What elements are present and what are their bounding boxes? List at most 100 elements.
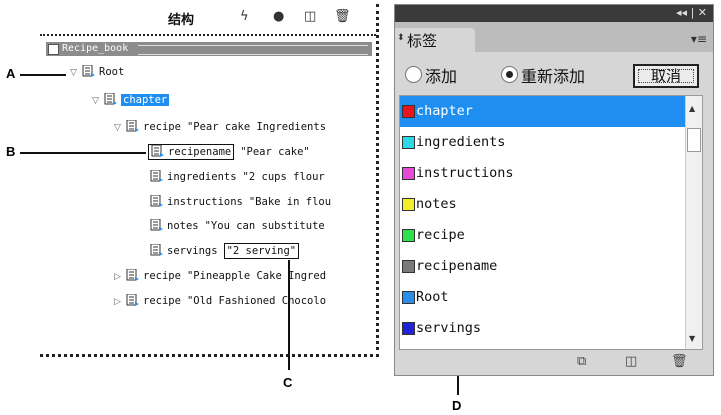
lightning-icon[interactable]: ϟ: [240, 9, 249, 24]
scroll-up-icon[interactable]: ▲: [689, 104, 695, 113]
tag-item-recipename[interactable]: recipename: [400, 251, 686, 282]
element-icon: [126, 269, 140, 281]
tag-color-swatch: [402, 136, 415, 149]
tag-color-swatch: [402, 198, 415, 211]
tag-item-ingredients[interactable]: ingredients: [400, 127, 686, 158]
tag-name: instructions: [416, 165, 514, 181]
tag-item-servings[interactable]: servings: [400, 313, 686, 344]
node-tag: notes: [167, 220, 199, 232]
structure-toolbar: 结构 ϟ ● ◫ 🗑: [40, 4, 376, 32]
callout-d-label: D: [452, 398, 462, 413]
panel-menu-icon[interactable]: ▾≡: [691, 32, 707, 46]
tag-item-root[interactable]: Root: [400, 282, 686, 313]
tag-color-swatch: [402, 105, 415, 118]
structure-panel: 结构 ϟ ● ◫ 🗑 Recipe_book ▽ Root ▽ chapter ▽ r…: [40, 4, 379, 357]
tag-name: notes: [416, 196, 457, 212]
callout-b-label: B: [6, 144, 16, 159]
cancel-button[interactable]: 取消: [633, 64, 699, 88]
tag-item-instructions[interactable]: instructions: [400, 158, 686, 189]
trash-icon[interactable]: 🗑: [334, 9, 351, 24]
tree-node-recipe[interactable]: ▽ recipe "Pear cake Ingredients: [114, 118, 326, 136]
tag-name: Root: [416, 289, 449, 305]
expand-triangle-icon[interactable]: ▽: [70, 64, 82, 82]
scroll-thumb[interactable]: [687, 128, 701, 152]
tag-name: recipename: [416, 258, 498, 274]
focus-ring: [638, 69, 694, 83]
expand-triangle-icon[interactable]: ▽: [92, 92, 104, 110]
element-icon: [126, 120, 140, 132]
node-value: "Old Fashioned Chocolo: [186, 295, 327, 307]
tag-color-swatch: [402, 260, 415, 273]
root-element-icon: [48, 44, 59, 55]
element-icon: [150, 244, 164, 256]
scroll-down-icon[interactable]: ▼: [689, 334, 695, 343]
node-tag: instructions: [167, 196, 243, 208]
tag-name: servings: [416, 320, 482, 336]
tag-item-notes[interactable]: notes: [400, 189, 686, 220]
panel-footer: ⧉ ◫ 🗑: [395, 352, 713, 374]
trash-icon[interactable]: 🗑: [671, 354, 688, 369]
tree-node-recipe-collapsed[interactable]: ▷ recipe "Pineapple Cake Ingred: [114, 267, 326, 285]
tag-color-swatch: [402, 322, 415, 335]
tag-item-chapter[interactable]: chapter: [400, 96, 686, 127]
tab-label: 标签: [407, 32, 438, 50]
node-value: "Bake in flou: [248, 196, 332, 208]
header-rule: [138, 45, 368, 55]
radio-retag-label: 重新添加: [521, 67, 586, 86]
new-element-icon[interactable]: ◫: [304, 9, 316, 24]
root-element-icon: [82, 65, 96, 77]
node-tag: recipe: [143, 270, 181, 282]
tree-node-root[interactable]: ▽ Root: [70, 63, 124, 81]
node-value: "Pear cake Ingredients: [186, 121, 327, 133]
element-icon: [104, 93, 118, 105]
new-tag-icon[interactable]: ◫: [625, 354, 637, 369]
tree-node-recipe-collapsed[interactable]: ▷ recipe "Old Fashioned Chocolo: [114, 292, 326, 310]
node-tag: recipename: [168, 146, 232, 158]
tree-node-instructions[interactable]: instructions "Bake in flou: [150, 193, 331, 211]
callout-c-label: C: [283, 375, 293, 390]
tag-options: 添加 重新添加 取消: [395, 61, 713, 89]
expand-triangle-icon[interactable]: ▽: [114, 119, 126, 137]
root-element-row[interactable]: Recipe_book: [46, 42, 372, 56]
tag-color-swatch: [402, 229, 415, 242]
tree-node-recipename[interactable]: recipename "Pear cake": [148, 143, 310, 161]
node-value: "Pineapple Cake Ingred: [186, 270, 327, 282]
node-tag-selected: chapter: [121, 94, 170, 106]
element-icon: [150, 219, 164, 231]
panel-titlebar[interactable]: ◂◂ | ✕: [395, 5, 713, 22]
tag-name: chapter: [416, 103, 473, 119]
toolbar-divider: [40, 34, 376, 37]
node-tag: Root: [99, 66, 125, 78]
tab-bar: ⬍ 标签 ▾≡: [395, 22, 713, 52]
tree-node-chapter[interactable]: ▽ chapter: [92, 91, 170, 110]
collapsed-triangle-icon[interactable]: ▷: [114, 293, 126, 311]
tab-arrows-icon: ⬍: [397, 33, 405, 43]
tag-item-recipe[interactable]: recipe: [400, 220, 686, 251]
tag-name: recipe: [416, 227, 465, 243]
tab-tags[interactable]: ⬍ 标签: [395, 28, 475, 52]
collapsed-triangle-icon[interactable]: ▷: [114, 268, 126, 286]
callout-a-line: [20, 74, 66, 76]
tag-list-scrollbar[interactable]: ▲ ▼: [685, 96, 702, 349]
radio-retag[interactable]: [501, 66, 518, 83]
tag-list: chapter ingredients instructions notes r…: [399, 95, 703, 350]
radio-add[interactable]: [405, 66, 422, 83]
tag-color-swatch: [402, 167, 415, 180]
root-element-label: Recipe_book: [62, 43, 129, 54]
circle-icon[interactable]: ●: [273, 9, 284, 24]
tree-node-ingredients[interactable]: ingredients "2 cups flour: [150, 168, 325, 186]
node-tag: ingredients: [167, 171, 237, 183]
callout-b-line: [20, 152, 146, 154]
node-value: "2 cups flour: [242, 171, 325, 183]
element-icon: [150, 170, 164, 182]
tag-selection-icon[interactable]: ⧉: [577, 354, 586, 369]
node-tag: servings: [167, 245, 218, 257]
callout-c-line: [288, 260, 290, 370]
tree-node-notes[interactable]: notes "You can substitute: [150, 217, 325, 235]
structure-title: 结构: [168, 13, 195, 28]
tree-node-servings[interactable]: servings "2 serving": [150, 242, 300, 260]
element-icon: [151, 145, 165, 157]
collapse-close-icon[interactable]: ◂◂ | ✕: [676, 6, 707, 19]
callout-c-box: "2 serving": [223, 243, 300, 259]
node-tag: recipe: [143, 121, 181, 133]
